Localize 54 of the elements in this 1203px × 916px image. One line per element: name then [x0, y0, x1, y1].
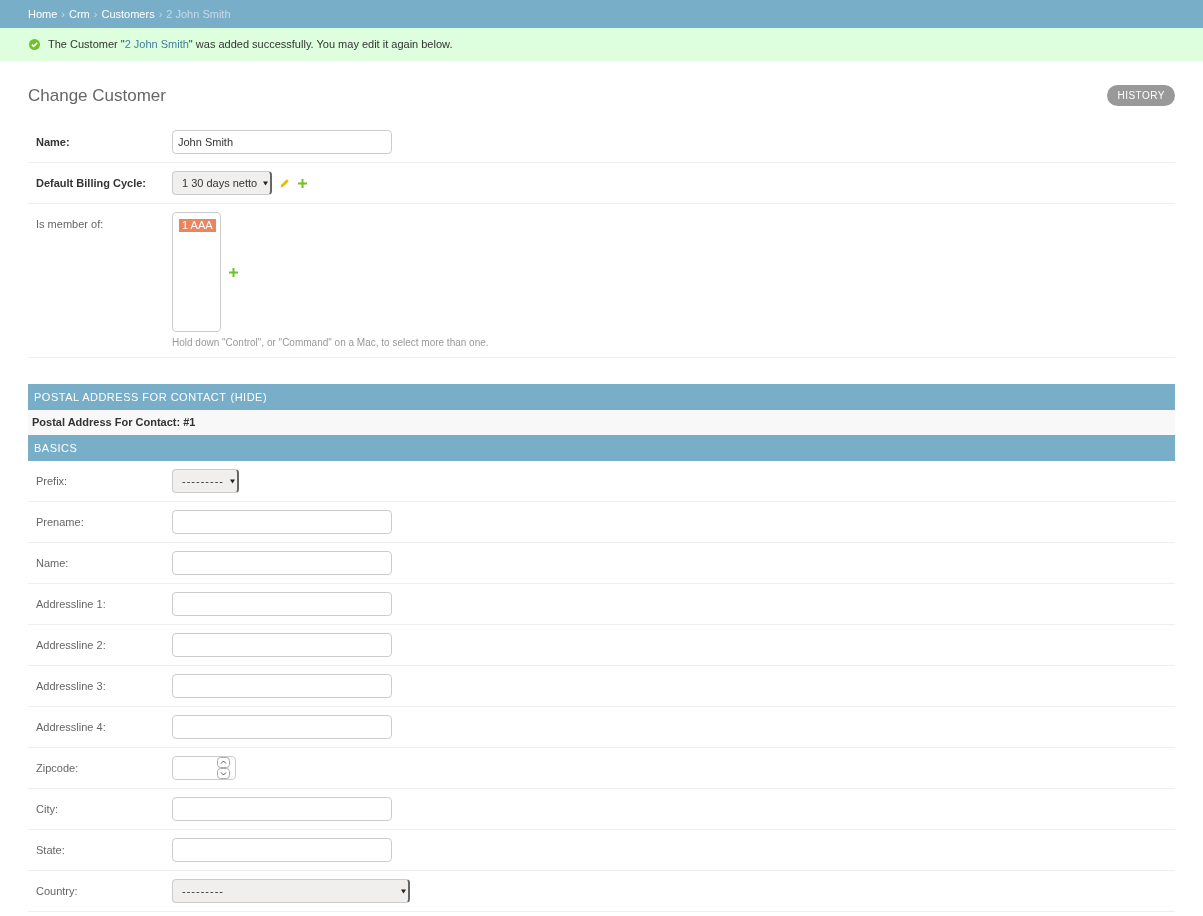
breadcrumb-separator: › [61, 6, 65, 22]
text-field[interactable] [172, 592, 392, 616]
field-label: Country: [36, 884, 79, 899]
caret-icon [401, 888, 406, 894]
field-label: City: [36, 802, 59, 817]
field-label: Addressline 1: [36, 597, 107, 612]
hide-link[interactable]: (HIDE) [230, 388, 268, 406]
text-field[interactable] [172, 551, 392, 575]
plus-icon[interactable] [229, 267, 238, 277]
message-text: The Customer "2 John Smith" was added successfully. You may edit it again below. [48, 37, 453, 53]
chevron-up-icon[interactable] [217, 757, 230, 768]
field-label: Name: [36, 135, 71, 150]
text-field[interactable] [172, 838, 392, 862]
plus-icon[interactable] [298, 178, 308, 188]
text-field[interactable] [172, 633, 392, 657]
page-title: Change Customer [28, 85, 166, 106]
check-circle-icon [29, 39, 40, 50]
breadcrumb-current: 2 John Smith [166, 6, 231, 22]
list-option[interactable]: 1 AAA [179, 219, 216, 232]
field-label: Addressline 3: [36, 679, 107, 694]
chevron-down-icon[interactable] [217, 768, 230, 779]
section-header: BASICS [28, 435, 1175, 461]
breadcrumb-link[interactable]: Crm [69, 5, 90, 23]
dropdown[interactable]: --------- [172, 879, 410, 903]
field-label: Name: [36, 556, 70, 571]
field-label: Default Billing Cycle: [36, 176, 148, 191]
field-label: Addressline 4: [36, 720, 107, 735]
breadcrumb-separator: › [93, 6, 98, 22]
field-label: Prefix: [36, 474, 69, 489]
text-field[interactable] [172, 674, 392, 698]
pencil-icon[interactable] [280, 178, 291, 188]
list-box[interactable]: 1 AAA [172, 212, 221, 332]
text-field[interactable]: John Smith [172, 130, 392, 154]
breadcrumb-link[interactable]: Home [28, 5, 58, 23]
field-label: State: [36, 843, 66, 858]
field-label: Is member of: [36, 217, 105, 232]
field-label: Addressline 2: [36, 638, 107, 653]
breadcrumb-link[interactable]: Customers [101, 5, 155, 23]
field-label: Prename: [36, 515, 85, 530]
breadcrumb-separator: › [158, 6, 163, 22]
dropdown[interactable]: --------- [172, 469, 239, 493]
inline-heading: Postal Address For Contact: #1 [28, 410, 1175, 435]
dropdown[interactable]: 1 30 days netto [172, 171, 273, 195]
section-title: POSTAL ADDRESS FOR CONTACT [34, 389, 227, 405]
text-field[interactable] [172, 715, 392, 739]
text-field[interactable] [172, 510, 392, 534]
text-field[interactable] [172, 797, 392, 821]
customer-link[interactable]: 2 John Smith [124, 38, 189, 51]
history-button[interactable]: HISTORY [1107, 85, 1175, 106]
help-text: Hold down "Control", or "Command" on a Mac, to select more than one. [172, 337, 489, 349]
number-field[interactable] [172, 756, 236, 780]
field-label: Zipcode: [36, 761, 80, 776]
caret-icon [229, 478, 235, 484]
caret-icon [263, 180, 269, 186]
